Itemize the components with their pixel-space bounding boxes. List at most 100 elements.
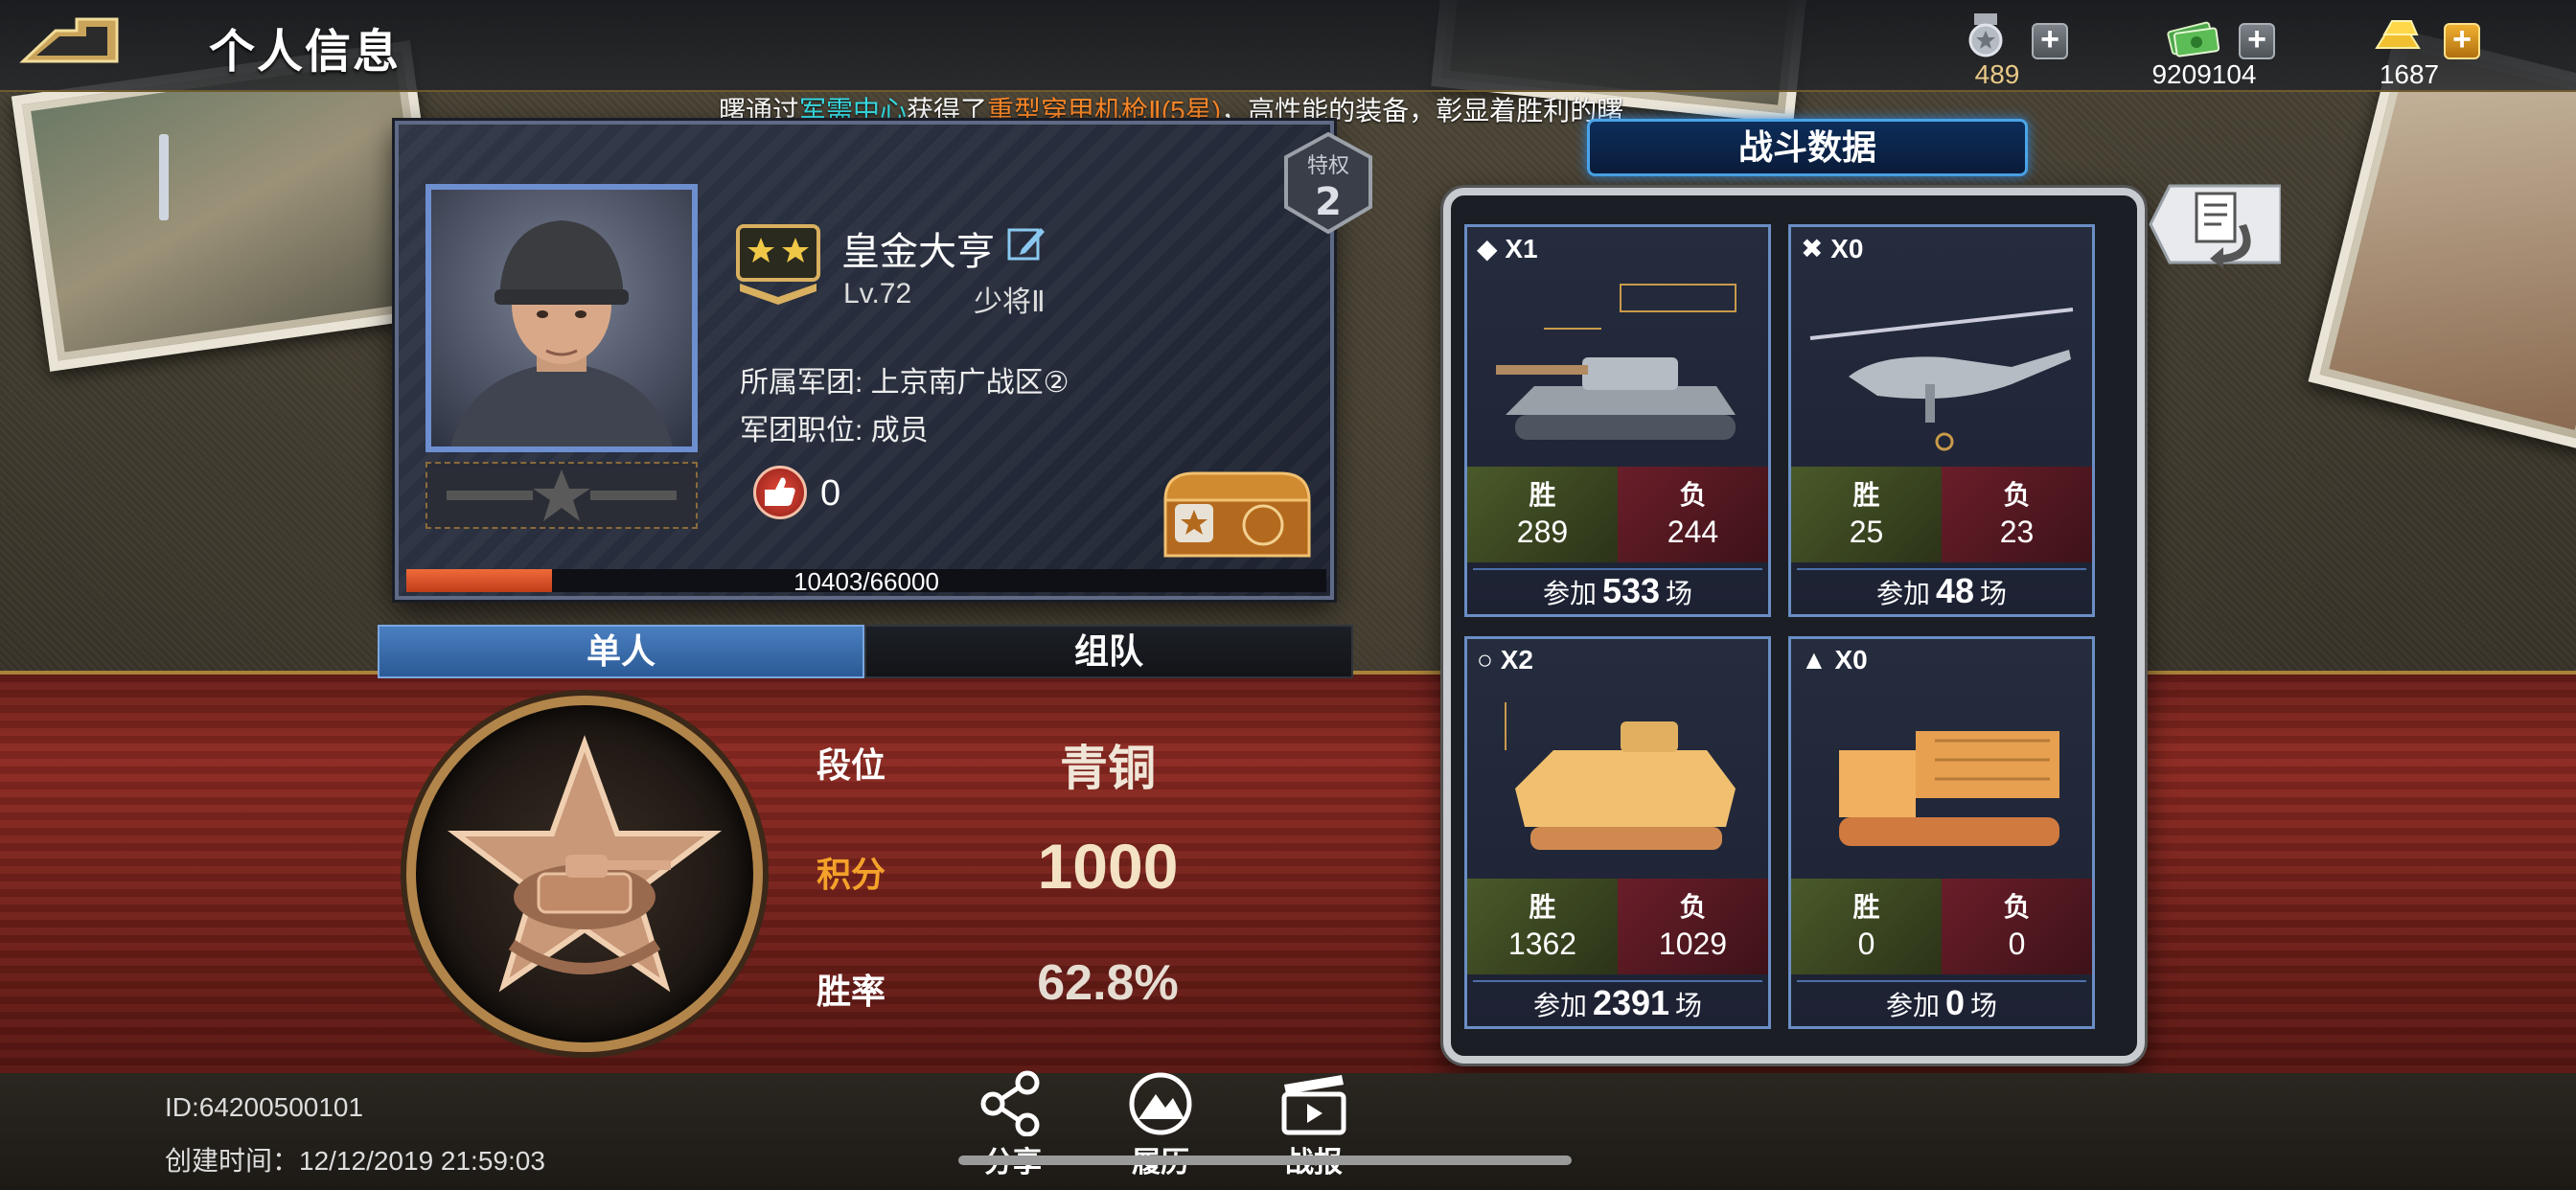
tier-label: 段位 bbox=[816, 745, 886, 785]
battle-data-title: 战斗数据 bbox=[1587, 119, 2028, 176]
privilege-label: 特权 bbox=[1307, 154, 1349, 178]
score-label: 积分 bbox=[816, 855, 886, 894]
played-row: 参加 0 场 bbox=[1797, 980, 2086, 1024]
like-count: 0 bbox=[820, 473, 841, 514]
soldier-portrait bbox=[450, 220, 673, 446]
add-gold-button[interactable]: + bbox=[2444, 23, 2480, 59]
unit-label: 场 bbox=[1980, 579, 2008, 608]
switch-view-button[interactable] bbox=[2147, 178, 2283, 270]
wins-value: 25 bbox=[1849, 515, 1884, 549]
card-count: X0 bbox=[1830, 234, 1864, 263]
wins-value: 1362 bbox=[1507, 927, 1577, 961]
treasure-chest-icon bbox=[1163, 471, 1311, 558]
triangles-icon: ▲ bbox=[1801, 645, 1828, 675]
privilege-badge[interactable]: 特权 2 bbox=[1280, 130, 1376, 236]
join-label: 参加 bbox=[1885, 991, 1940, 1020]
like-button[interactable] bbox=[753, 466, 807, 519]
exp-bar: 10403/66000 bbox=[406, 567, 1326, 596]
vehicle-card-rocket-launcher[interactable]: ▲ X0 胜0 负0 参加 0 场 bbox=[1788, 636, 2095, 1029]
emblem-plate bbox=[426, 462, 698, 529]
player-rank: 少将Ⅱ bbox=[974, 286, 1046, 318]
card-tag: ▲ X0 bbox=[1801, 645, 1868, 675]
player-id: ID:64200500101 bbox=[165, 1092, 364, 1122]
tank-icon bbox=[1496, 284, 1736, 440]
corps-name: 所属军团: 上京南广战区② bbox=[740, 367, 1070, 399]
losses-block: 负0 bbox=[1942, 879, 2092, 974]
unit-label: 场 bbox=[1970, 991, 1998, 1020]
join-label: 参加 bbox=[1875, 579, 1930, 608]
cash-count: 9209104 bbox=[2151, 59, 2257, 89]
card-tag: ○ X2 bbox=[1477, 645, 1533, 675]
profile-card: 皇金大亨 Lv.72 少将Ⅱ 所属军团: 上京南广战区② 军团职位: 成员 0 … bbox=[395, 121, 1372, 600]
played-value: 533 bbox=[1601, 571, 1661, 610]
losses-block: 负 23 bbox=[1942, 467, 2092, 562]
corps-role: 军团职位: 成员 bbox=[740, 415, 929, 446]
card-tag: ✖ X0 bbox=[1801, 233, 1864, 264]
join-label: 参加 bbox=[1532, 991, 1587, 1020]
page-title: 个人信息 bbox=[209, 27, 402, 78]
helicopter-icon bbox=[1809, 308, 2074, 451]
win-label: 胜 bbox=[1852, 892, 1880, 922]
unit-label: 场 bbox=[1675, 991, 1703, 1020]
resource-cash[interactable]: + 9209104 bbox=[2118, 6, 2310, 89]
card-count: X1 bbox=[1505, 234, 1538, 263]
losses-value: 1029 bbox=[1658, 927, 1728, 961]
rocket-launcher-icon bbox=[1839, 731, 2059, 846]
edit-icon bbox=[1007, 228, 1045, 261]
vehicle-card-helicopter[interactable]: ✖ X0 胜 25 负 23 参加 48 场 bbox=[1788, 224, 2095, 617]
gold-count: 1687 bbox=[2379, 59, 2440, 89]
rank-insignia-icon bbox=[732, 220, 824, 312]
gold-bars-icon bbox=[2375, 20, 2421, 49]
star-emblem-icon bbox=[447, 469, 677, 521]
medal-count: 489 bbox=[1974, 59, 2020, 89]
lose-label: 负 bbox=[1679, 480, 1707, 510]
win-label: 胜 bbox=[1529, 480, 1556, 510]
unit-label: 场 bbox=[1666, 579, 1693, 608]
resource-medal[interactable]: + 489 bbox=[1911, 6, 2103, 89]
tier-value: 青铜 bbox=[1060, 742, 1156, 795]
vehicle-card-ifv[interactable]: ○ X2 胜 1362 负 1029 参加 2391 场 bbox=[1464, 636, 1771, 1029]
losses-value: 244 bbox=[1667, 515, 1719, 549]
share-icon bbox=[980, 1070, 1040, 1137]
back-button[interactable] bbox=[17, 11, 123, 71]
losses-value: 23 bbox=[1999, 515, 2035, 549]
played-value: 2391 bbox=[1592, 983, 1670, 1022]
played-row: 参加 533 场 bbox=[1473, 568, 1762, 612]
wins-value: 0 bbox=[1857, 927, 1875, 961]
crossed-swords-icon: ✖ bbox=[1801, 234, 1824, 263]
thumbs-up-icon bbox=[765, 477, 795, 506]
mountain-icon bbox=[1129, 1072, 1192, 1135]
winrate-label: 胜率 bbox=[816, 972, 886, 1011]
wins-block: 胜0 bbox=[1791, 879, 1942, 974]
cash-icon bbox=[2167, 21, 2220, 57]
tab-team[interactable]: 组队 bbox=[864, 625, 1353, 678]
handle-bar bbox=[159, 134, 169, 220]
add-cash-button[interactable]: + bbox=[2239, 23, 2275, 59]
ranking-band bbox=[0, 671, 2576, 1073]
edit-name-button[interactable] bbox=[1006, 224, 1046, 263]
back-arrow-icon bbox=[19, 17, 119, 63]
score-value: 1000 bbox=[1037, 831, 1179, 902]
battle-panel: ◆ X1 胜 289 负 244 参加 533 场 ✖ X0 胜 25 负 23 参加 48 场… bbox=[1443, 188, 2145, 1064]
rank-medal bbox=[406, 696, 763, 1052]
lose-label: 负 bbox=[1679, 892, 1707, 922]
played-value: 0 bbox=[1944, 983, 1966, 1022]
tab-single[interactable]: 单人 bbox=[378, 625, 864, 678]
join-label: 参加 bbox=[1542, 579, 1597, 608]
clapperboard-icon bbox=[1281, 1075, 1346, 1135]
medal-icon bbox=[1968, 13, 2003, 57]
home-indicator[interactable] bbox=[958, 1156, 1572, 1165]
circle-icon: ○ bbox=[1477, 645, 1493, 675]
resource-gold[interactable]: + 1687 bbox=[2323, 6, 2515, 89]
avatar[interactable] bbox=[426, 184, 698, 452]
reward-chest-button[interactable] bbox=[1156, 466, 1319, 561]
vehicle-card-tank[interactable]: ◆ X1 胜 289 负 244 参加 533 场 bbox=[1464, 224, 1771, 617]
played-row: 参加 2391 场 bbox=[1473, 980, 1762, 1024]
wins-value: 289 bbox=[1516, 515, 1569, 549]
card-tag: ◆ X1 bbox=[1477, 233, 1538, 264]
add-medal-button[interactable]: + bbox=[2032, 23, 2068, 59]
winrate-value: 62.8% bbox=[1037, 955, 1179, 1011]
losses-value: 0 bbox=[2008, 927, 2026, 961]
played-value: 48 bbox=[1935, 571, 1975, 610]
wins-block: 胜 25 bbox=[1791, 467, 1942, 562]
